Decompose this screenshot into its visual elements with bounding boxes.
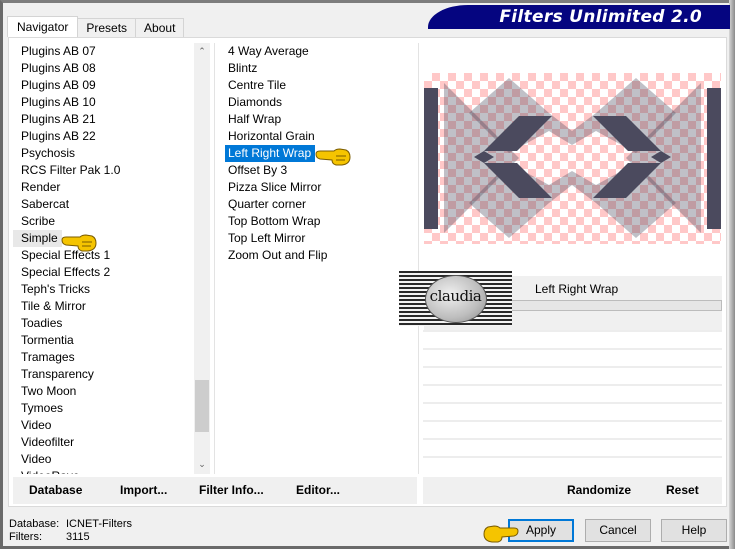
help-button[interactable]: Help	[661, 519, 727, 542]
category-item[interactable]: Plugins AB 21	[13, 111, 211, 128]
parameter-area	[423, 330, 722, 472]
parameter-row-divider	[423, 456, 722, 458]
filter-item[interactable]: Blintz	[220, 60, 416, 77]
preview-bar-right	[707, 88, 721, 229]
logo-text: claudia	[429, 287, 482, 305]
parameter-row-divider	[423, 420, 722, 422]
author-logo: claudia	[399, 271, 512, 326]
preview-artwork	[424, 78, 721, 238]
filter-item[interactable]: Diamonds	[220, 94, 416, 111]
chevron-up-icon[interactable]: ⌃	[194, 43, 210, 59]
category-item[interactable]: Plugins AB 10	[13, 94, 211, 111]
parameter-row-divider	[423, 366, 722, 368]
editor-button[interactable]: Editor...	[296, 477, 340, 504]
import-button[interactable]: Import...	[120, 477, 167, 504]
category-item[interactable]: RCS Filter Pak 1.0	[13, 162, 211, 179]
filter-item[interactable]: Left Right Wrap	[225, 145, 316, 162]
category-item[interactable]: Tormentia	[13, 332, 211, 349]
status-area: Database: ICNET-Filters Filters: 3115	[9, 518, 132, 544]
category-item[interactable]: Plugins AB 08	[13, 60, 211, 77]
filter-item[interactable]: 4 Way Average	[220, 43, 416, 60]
category-item[interactable]: Tramages	[13, 349, 211, 366]
preview-bar-left	[424, 88, 438, 229]
tab-about[interactable]: About	[135, 18, 185, 37]
pointing-hand-icon	[61, 234, 97, 252]
scroll-thumb[interactable]	[195, 380, 209, 432]
category-item[interactable]: Plugins AB 22	[13, 128, 211, 145]
divider	[214, 43, 215, 474]
parameter-row-divider	[423, 348, 722, 350]
parameter-row-divider	[423, 384, 722, 386]
category-item[interactable]: Scribe	[13, 213, 211, 230]
category-scrollbar[interactable]: ⌃ ⌄	[194, 43, 210, 474]
category-item[interactable]: Psychosis	[13, 145, 211, 162]
parameter-row-divider	[423, 402, 722, 404]
editor-label: Editor...	[296, 483, 341, 497]
category-list[interactable]: Plugins AB 07 Plugins AB 08 Plugins AB 09 P…	[13, 43, 211, 474]
left-button-bar: Database Import... Filter Info... Editor…	[13, 477, 417, 504]
category-item[interactable]: Plugins AB 09	[13, 77, 211, 94]
right-button-bar: Randomize Reset	[423, 477, 722, 504]
category-item[interactable]: Toadies	[13, 315, 211, 332]
parameter-row-divider	[423, 438, 722, 440]
filter-list[interactable]: 4 Way Average Blintz Centre Tile Diamonds Ha…	[220, 43, 416, 474]
database-button[interactable]: Database	[29, 477, 82, 504]
category-item[interactable]: Render	[13, 179, 211, 196]
filter-item[interactable]: Horizontal Grain	[220, 128, 416, 145]
category-item[interactable]: Transparency	[13, 366, 211, 383]
tab-navigator[interactable]: Navigator	[7, 16, 79, 37]
category-item[interactable]: Two Moon	[13, 383, 211, 400]
category-item[interactable]: Teph's Tricks	[13, 281, 211, 298]
parameter-row-divider	[423, 330, 722, 332]
filter-item[interactable]: Half Wrap	[220, 111, 416, 128]
category-item[interactable]: Video	[13, 417, 211, 434]
divider	[418, 43, 419, 474]
pointing-hand-icon	[315, 148, 351, 166]
category-item[interactable]: VideoRave	[13, 468, 211, 474]
database-status-value: ICNET-Filters	[66, 518, 132, 530]
filter-info-button[interactable]: Filter Info...	[199, 477, 264, 504]
category-item[interactable]: Video	[13, 451, 211, 468]
app-title-banner: Filters Unlimited 2.0	[428, 5, 730, 29]
tab-presets[interactable]: Presets	[77, 18, 137, 37]
category-item[interactable]: Sabercat	[13, 196, 211, 213]
filter-preview	[424, 73, 721, 244]
database-status-label: Database:	[9, 518, 60, 530]
randomize-button[interactable]: Randomize	[567, 477, 631, 504]
tab-bar: Navigator Presets About	[7, 16, 185, 37]
category-item[interactable]: Plugins AB 07	[13, 43, 211, 60]
category-item[interactable]: Special Effects 2	[13, 264, 211, 281]
cancel-button[interactable]: Cancel	[585, 519, 651, 542]
window-border	[729, 0, 735, 549]
filter-item[interactable]: Top Left Mirror	[220, 230, 416, 247]
category-item[interactable]: Videofilter	[13, 434, 211, 451]
filter-item[interactable]: Top Bottom Wrap	[220, 213, 416, 230]
pointing-hand-icon	[483, 525, 519, 543]
filter-name-label: Left Right Wrap	[535, 282, 619, 296]
filters-count-value: 3115	[66, 531, 90, 543]
filters-count-label: Filters:	[9, 531, 42, 543]
category-item[interactable]: Simple	[13, 230, 62, 247]
category-item[interactable]: Tile & Mirror	[13, 298, 211, 315]
filter-item[interactable]: Zoom Out and Flip	[220, 247, 416, 264]
reset-button[interactable]: Reset	[666, 477, 699, 504]
filter-item[interactable]: Quarter corner	[220, 196, 416, 213]
database-label: Database	[29, 483, 83, 497]
category-item[interactable]: Special Effects 1	[13, 247, 211, 264]
filter-item[interactable]: Pizza Slice Mirror	[220, 179, 416, 196]
import-label: Import...	[120, 483, 168, 497]
filter-info-label: Filter Info...	[199, 483, 264, 497]
category-item[interactable]: Tymoes	[13, 400, 211, 417]
chevron-down-icon[interactable]: ⌄	[194, 456, 210, 472]
filter-item[interactable]: Centre Tile	[220, 77, 416, 94]
